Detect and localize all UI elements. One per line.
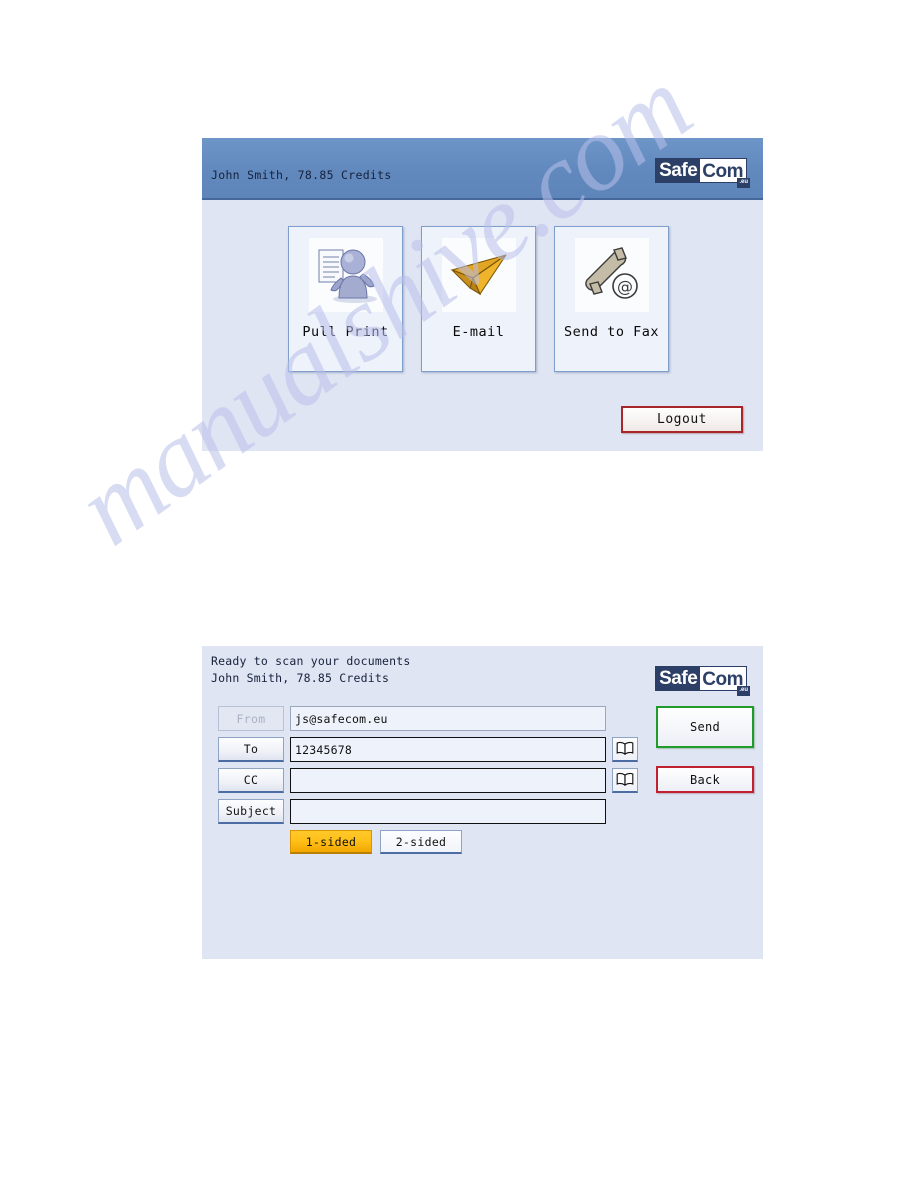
form-row-cc: CC [218,768,638,793]
tile-email[interactable]: E-mail [421,226,536,372]
email-screen-panel: Ready to scan your documents John Smith,… [202,646,763,959]
duplex-toggle-group: 1-sided 2-sided [290,830,462,854]
home-user-credits: John Smith, 78.85 Credits [211,168,392,182]
logo-safe-text: Safe [655,158,701,183]
svg-text:@: @ [617,277,633,296]
from-book-spacer [612,706,638,731]
duplex-option-1-sided[interactable]: 1-sided [290,830,372,854]
subject-book-spacer [612,799,638,824]
tile-pull-print-label: Pull Print [302,324,389,340]
scan-status-text: Ready to scan your documents [211,654,411,668]
logo-safe-text: Safe [655,666,701,691]
to-label-button[interactable]: To [218,737,284,762]
back-button[interactable]: Back [656,766,754,793]
email-user-credits: John Smith, 78.85 Credits [211,671,390,685]
tile-send-to-fax-label: Send to Fax [564,324,659,340]
fax-phone-at-icon: @ [574,238,649,312]
safecom-logo: Safe Com .eu [655,158,750,188]
form-row-from: From js@safecom.eu [218,706,638,731]
cc-input[interactable] [290,768,606,793]
home-tile-row: Pull Print E-mail @ Send to Fax [288,226,669,372]
cc-label-button[interactable]: CC [218,768,284,793]
logo-tld-text: .eu [737,686,750,696]
to-input[interactable]: 12345678 [290,737,606,762]
form-row-subject: Subject [218,799,638,824]
duplex-option-2-sided[interactable]: 2-sided [380,830,462,854]
person-with-document-icon [308,238,383,312]
cc-address-book-button[interactable] [612,768,638,793]
tile-email-label: E-mail [452,324,505,340]
safecom-logo: Safe Com .eu [655,666,750,696]
subject-input[interactable] [290,799,606,824]
send-button[interactable]: Send [656,706,754,748]
to-address-book-button[interactable] [612,737,638,762]
paper-plane-icon [441,238,516,312]
home-screen-panel: John Smith, 78.85 Credits Safe Com .eu P… [202,138,763,451]
address-book-icon [616,771,634,790]
document-page: manualshive.com John Smith, 78.85 Credit… [0,0,918,1188]
email-form: From js@safecom.eu To 12345678 CC Subjec… [218,706,638,830]
from-label-button: From [218,706,284,731]
tile-send-to-fax[interactable]: @ Send to Fax [554,226,669,372]
from-input: js@safecom.eu [290,706,606,731]
logout-button[interactable]: Logout [621,406,743,433]
tile-pull-print[interactable]: Pull Print [288,226,403,372]
subject-label-button[interactable]: Subject [218,799,284,824]
logo-tld-text: .eu [737,178,750,188]
form-row-to: To 12345678 [218,737,638,762]
address-book-icon [616,740,634,759]
